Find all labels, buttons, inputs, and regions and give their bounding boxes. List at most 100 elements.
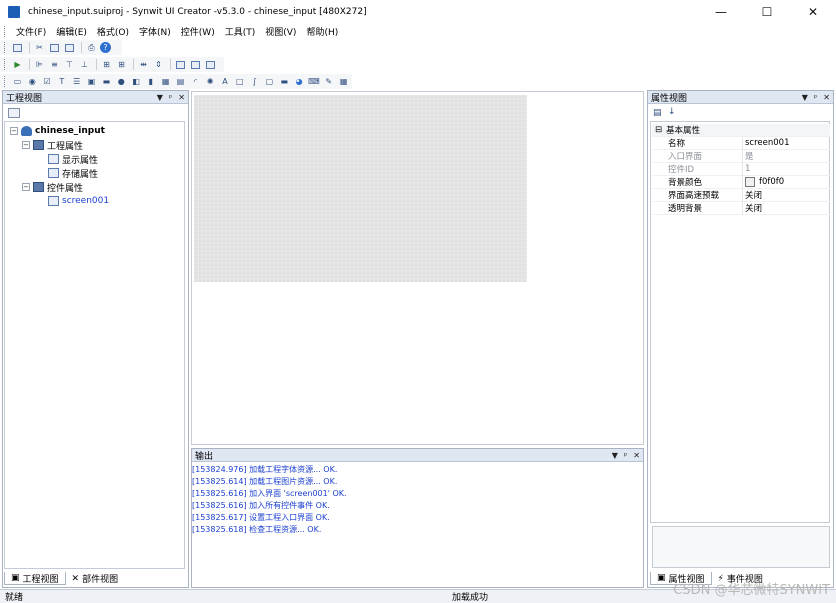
widget-radio-icon[interactable]: ◉ [26, 76, 39, 87]
property-row[interactable]: 名称 screen001 [652, 136, 830, 150]
copy-icon[interactable] [48, 42, 61, 53]
close-button[interactable]: ✕ [790, 0, 836, 24]
widget-table-icon[interactable]: ▦ [159, 76, 172, 87]
collapse-icon[interactable]: − [22, 183, 30, 191]
tree-node-screen[interactable]: screen001 [48, 195, 109, 207]
menu-tools[interactable]: 工具(T) [220, 25, 261, 38]
widget-image-icon[interactable]: ▣ [85, 76, 98, 87]
toolbar-grip [4, 42, 7, 53]
snap-icon[interactable] [189, 59, 202, 70]
widget-line-icon[interactable]: ∫ [248, 76, 261, 87]
widget-progress-icon[interactable]: ▬ [100, 76, 113, 87]
fit-icon[interactable] [204, 59, 217, 70]
tab-component-view[interactable]: ✕ 部件视图 [66, 572, 125, 586]
menu-font[interactable]: 字体(N) [134, 25, 176, 38]
align-bottom-icon[interactable]: ⊥ [78, 59, 91, 70]
align-left-icon[interactable]: ⊫ [33, 59, 46, 70]
align-center-icon[interactable]: ≡ [48, 59, 61, 70]
property-value[interactable]: screen001 [742, 136, 830, 150]
sort-categorized-icon[interactable]: ▤ [653, 108, 662, 118]
widget-label-icon[interactable]: A [219, 76, 232, 87]
property-row[interactable]: 控件ID 1 [652, 162, 830, 176]
widget-arc-icon[interactable]: ◜ [189, 76, 202, 87]
project-panel-header: 工程视图 ▼ ᵖ ✕ [3, 91, 188, 104]
property-value[interactable]: 关闭 [742, 188, 830, 202]
menu-edit[interactable]: 编辑(E) [51, 25, 92, 38]
paste-icon[interactable] [63, 42, 76, 53]
title-bar: chinese_input.suiproj - Synwit UI Creato… [0, 0, 836, 24]
menu-help[interactable]: 帮助(H) [301, 25, 343, 38]
property-row[interactable]: 界面高速预载 关闭 [652, 188, 830, 202]
project-toolbar-icon[interactable] [8, 108, 20, 118]
property-value: 1 [742, 162, 830, 176]
property-value: 是 [742, 149, 830, 163]
minimize-button[interactable]: — [698, 0, 744, 24]
same-height-icon[interactable]: ⊞ [115, 59, 128, 70]
collapse-icon[interactable]: ⊟ [652, 125, 664, 135]
grid-icon[interactable] [174, 59, 187, 70]
property-row[interactable]: 透明背景 关闭 [652, 201, 830, 215]
property-category[interactable]: ⊟ 基本属性 [652, 124, 830, 137]
panel-menu-icon[interactable]: ▼ [157, 93, 163, 102]
tab-project-view[interactable]: ▣ 工程视图 [4, 572, 66, 585]
widget-keyboard-icon[interactable]: ⌨ [308, 76, 321, 87]
menu-view[interactable]: 视图(V) [260, 25, 301, 38]
menu-file[interactable]: 文件(F) [11, 25, 51, 38]
property-row[interactable]: 背景颜色 f0f0f0 [652, 175, 830, 189]
panel-menu-icon[interactable]: ▼ [612, 451, 618, 460]
widget-clock-icon[interactable]: ◕ [293, 76, 306, 87]
panel-close-icon[interactable]: ✕ [178, 93, 185, 102]
property-value-color[interactable]: f0f0f0 [742, 175, 830, 189]
property-value: f0f0f0 [759, 177, 785, 187]
widget-bar-icon[interactable]: ▬ [278, 76, 291, 87]
panel-menu-icon[interactable]: ▼ [802, 93, 808, 102]
tab-component-view-label: 部件视图 [82, 575, 119, 585]
widget-spinner-icon[interactable]: ✺ [204, 76, 217, 87]
widget-gauge-icon[interactable]: ● [115, 76, 128, 87]
print-icon[interactable]: ⎙ [85, 42, 98, 53]
property-row[interactable]: 入口界面 是 [652, 149, 830, 163]
align-top-icon[interactable]: ⊤ [63, 59, 76, 70]
sort-alphabetical-icon[interactable]: ↓ [668, 107, 676, 117]
widget-edit-icon[interactable]: ✎ [322, 76, 335, 87]
pin-icon[interactable]: ᵖ [814, 93, 817, 102]
widget-slider-icon[interactable]: ◧ [130, 76, 143, 87]
screen-canvas[interactable] [194, 95, 527, 282]
maximize-button[interactable]: ☐ [744, 0, 790, 24]
tree-node-root[interactable]: − chinese_input [10, 125, 105, 137]
tree-node-widget-props[interactable]: − 控件属性 [22, 181, 83, 194]
widget-checkbox-icon[interactable]: ☑ [41, 76, 54, 87]
tree-node-project-props[interactable]: − 工程属性 [22, 139, 83, 152]
menu-format[interactable]: 格式(O) [92, 25, 134, 38]
widget-text-icon[interactable]: T [55, 76, 68, 87]
save-icon[interactable] [11, 42, 24, 53]
widget-chart-icon[interactable]: ▤ [174, 76, 187, 87]
cut-icon[interactable]: ✂ [33, 42, 46, 53]
menu-widget[interactable]: 控件(W) [176, 25, 220, 38]
tree-node-storage-props[interactable]: 存储属性 [48, 167, 98, 180]
pin-icon[interactable]: ᵖ [169, 93, 172, 102]
toolbar-separator [96, 59, 97, 70]
widget-canvas-icon[interactable]: ▢ [263, 76, 276, 87]
output-panel-header: 输出 ▼ ᵖ ✕ [192, 449, 643, 462]
widget-button-icon[interactable]: ▭ [11, 76, 24, 87]
collapse-icon[interactable]: − [22, 141, 30, 149]
property-value[interactable]: 关闭 [742, 201, 830, 215]
storage-settings-icon [48, 168, 59, 178]
run-icon[interactable]: ▶ [11, 59, 24, 70]
help-icon[interactable]: ? [100, 42, 111, 53]
color-swatch[interactable] [745, 177, 755, 187]
tree-node-display-props[interactable]: 显示属性 [48, 153, 98, 166]
pin-icon[interactable]: ᵖ [624, 451, 627, 460]
collapse-icon[interactable]: − [10, 127, 18, 135]
same-width-icon[interactable]: ⊞ [100, 59, 113, 70]
widget-calendar-icon[interactable]: ▦ [337, 76, 350, 87]
panel-close-icon[interactable]: ✕ [633, 451, 640, 460]
widget-rect-icon[interactable]: □ [233, 76, 246, 87]
widget-switch-icon[interactable]: ▮ [144, 76, 157, 87]
toolbar-separator [81, 42, 82, 53]
widget-list-icon[interactable]: ☰ [70, 76, 83, 87]
panel-close-icon[interactable]: ✕ [823, 93, 830, 102]
space-horizontal-icon[interactable]: ⇹ [137, 59, 150, 70]
space-vertical-icon[interactable]: ⇕ [152, 59, 165, 70]
